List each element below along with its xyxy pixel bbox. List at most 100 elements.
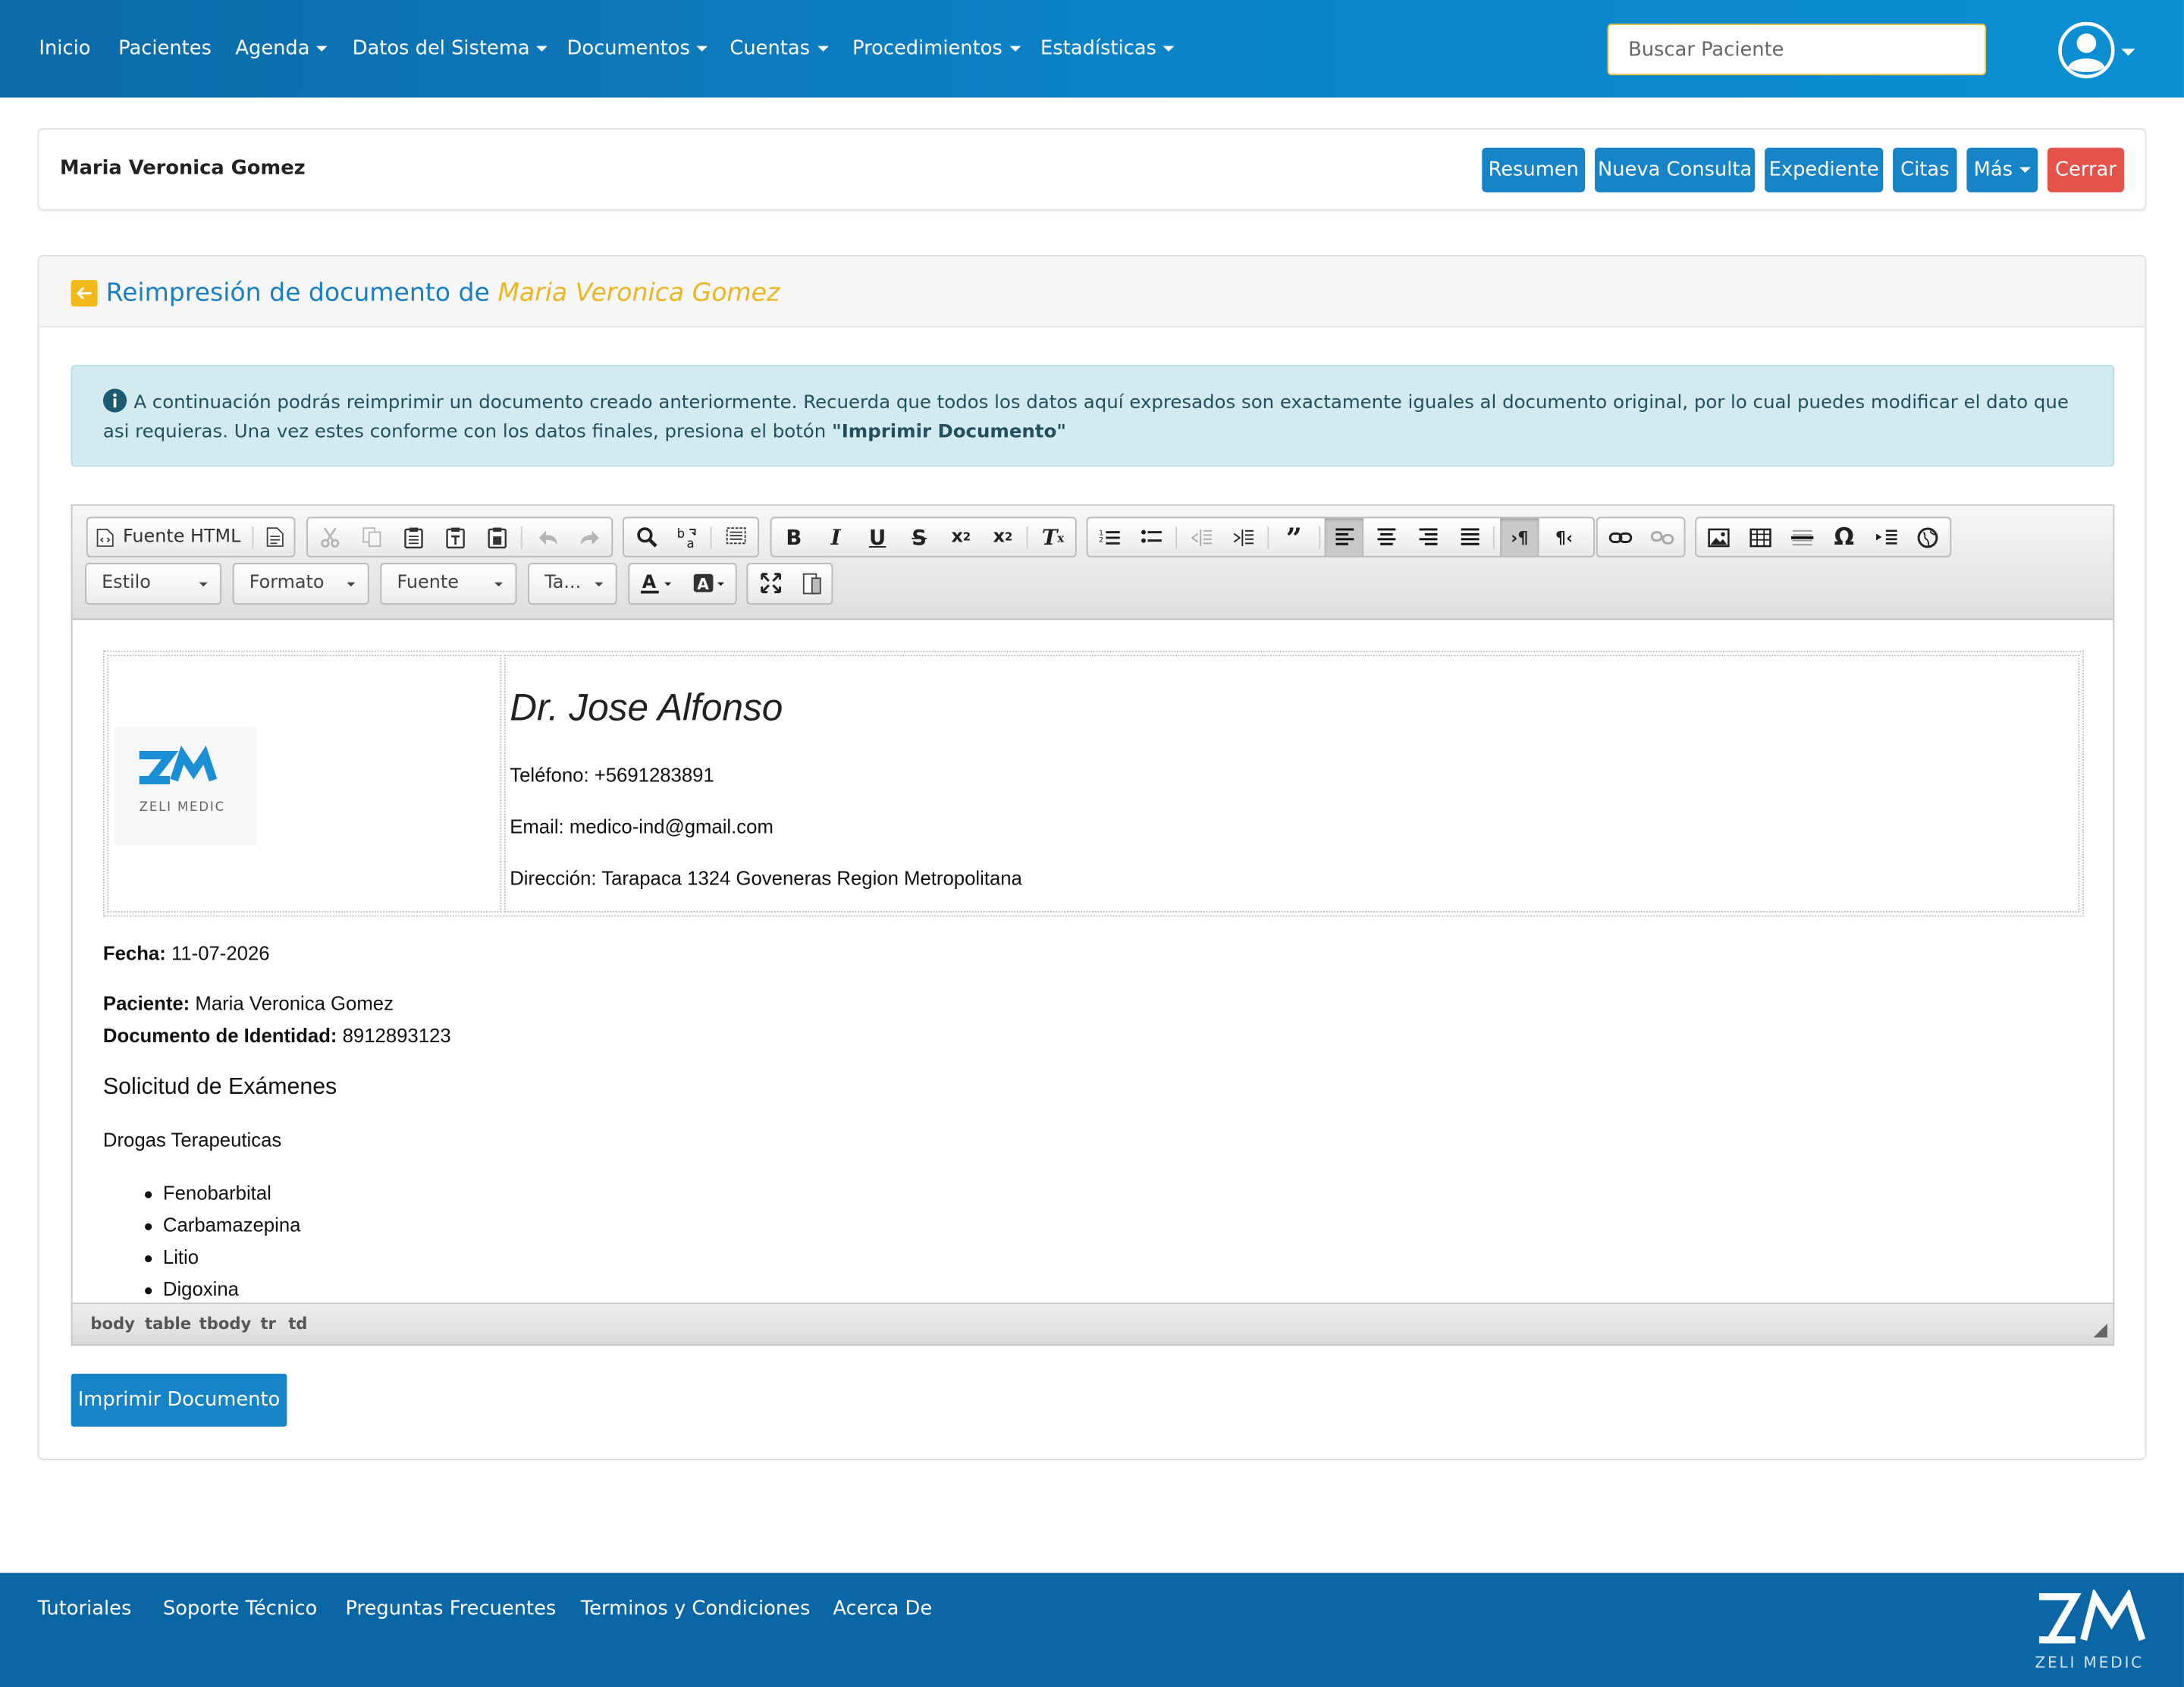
footer-link-soporte[interactable]: Soporte Técnico <box>163 1573 317 1647</box>
list-item: Carbamazepina <box>145 1209 300 1241</box>
indent-icon[interactable] <box>1224 518 1263 556</box>
show-blocks-icon[interactable] <box>792 564 831 602</box>
select-all-icon[interactable] <box>716 518 755 556</box>
caret-down-icon <box>817 46 828 52</box>
nueva-consulta-button[interactable]: Nueva Consulta <box>1595 147 1756 193</box>
expediente-button[interactable]: Expediente <box>1765 147 1884 193</box>
paste-icon[interactable] <box>394 518 433 556</box>
align-right-icon[interactable] <box>1408 518 1447 556</box>
format-combo[interactable]: Formato <box>232 563 369 605</box>
exam-list: Fenobarbital Carbamazepina Litio Digoxin… <box>145 1177 300 1302</box>
user-menu[interactable] <box>2057 21 2144 80</box>
blockquote-icon[interactable]: ” <box>1275 518 1313 556</box>
caret-down-icon <box>2121 49 2135 56</box>
iframe-globe-icon[interactable] <box>1908 518 1947 556</box>
superscript-icon[interactable]: x2 <box>984 518 1022 556</box>
print-document-button[interactable]: Imprimir Documento <box>71 1373 287 1427</box>
redo-icon[interactable] <box>570 518 608 556</box>
nav-datos-sistema[interactable]: Datos del Sistema <box>353 0 548 98</box>
text-color-icon[interactable]: A <box>632 564 682 602</box>
user-circle-icon <box>2058 21 2115 79</box>
caret-down-icon <box>1009 46 1021 52</box>
source-html-button[interactable]: Fuente HTML <box>88 518 249 556</box>
footer-link-faq[interactable]: Preguntas Frecuentes <box>346 1573 557 1647</box>
cut-icon[interactable] <box>311 518 350 556</box>
paste-word-icon[interactable] <box>478 518 516 556</box>
caret-down-icon <box>316 46 328 52</box>
rtl-direction-icon[interactable]: ¶‹ <box>1545 518 1583 556</box>
align-center-icon[interactable] <box>1367 518 1405 556</box>
caret-down-icon <box>536 46 548 52</box>
search-patient-input[interactable] <box>1607 24 1987 76</box>
doctor-phone: Teléfono: +5691283891 <box>510 763 714 786</box>
toolbar-group-source: Fuente HTML <box>86 517 296 558</box>
patient-name: Maria Veronica Gomez <box>59 157 306 180</box>
editor-content-area[interactable]: ZELI MEDIC Dr. Jose Alfonso Teléfono: +5… <box>72 620 2113 1303</box>
replace-icon[interactable]: ba <box>669 518 708 556</box>
footer: Tutoriales Soporte Técnico Preguntas Fre… <box>0 1572 2184 1687</box>
doctor-name: Dr. Jose Alfonso <box>510 686 783 729</box>
page-break-icon[interactable] <box>1866 518 1905 556</box>
letterhead-logo-cell: ZELI MEDIC <box>107 655 502 913</box>
path-body[interactable]: body <box>90 1304 135 1344</box>
image-icon[interactable] <box>1699 518 1738 556</box>
top-navbar: Inicio Pacientes Agenda Datos del Sistem… <box>0 0 2184 98</box>
align-left-icon[interactable] <box>1324 518 1364 556</box>
size-combo[interactable]: Ta... <box>528 563 617 605</box>
footer-link-terminos[interactable]: Terminos y Condiciones <box>581 1573 810 1647</box>
nav-cuentas[interactable]: Cuentas <box>730 0 828 98</box>
footer-link-acerca[interactable]: Acerca De <box>833 1573 932 1647</box>
ltr-direction-icon[interactable]: ›¶ <box>1500 518 1539 556</box>
nav-pacientes[interactable]: Pacientes <box>118 0 212 98</box>
strikethrough-icon[interactable]: S <box>900 518 939 556</box>
table-icon[interactable] <box>1741 518 1780 556</box>
info-icon <box>102 388 127 413</box>
undo-icon[interactable] <box>528 518 566 556</box>
info-alert: A continuación podrás reimprimir un docu… <box>71 365 2115 467</box>
nav-documentos[interactable]: Documentos <box>567 0 708 98</box>
background-color-icon[interactable]: A <box>686 564 736 602</box>
justify-icon[interactable] <box>1450 518 1489 556</box>
path-tbody[interactable]: tbody <box>199 1304 252 1344</box>
font-combo[interactable]: Fuente <box>380 563 517 605</box>
horizontal-rule-icon[interactable] <box>1783 518 1822 556</box>
style-combo[interactable]: Estilo <box>85 563 222 605</box>
nav-procedimientos[interactable]: Procedimientos <box>852 0 1021 98</box>
italic-icon[interactable]: I <box>816 518 855 556</box>
resumen-button[interactable]: Resumen <box>1482 147 1586 193</box>
reprint-panel: Reimpresión de documento de Maria Veroni… <box>37 255 2147 1460</box>
svg-text:A: A <box>697 574 709 592</box>
toolbar-group-find: ba <box>623 517 760 558</box>
nav-estadisticas[interactable]: Estadísticas <box>1040 0 1175 98</box>
bold-icon[interactable]: B <box>774 518 813 556</box>
numbered-list-icon[interactable]: 12 <box>1090 518 1129 556</box>
find-icon[interactable] <box>627 518 666 556</box>
toolbar-group-clipboard <box>306 517 613 558</box>
special-char-icon[interactable]: Ω <box>1825 518 1863 556</box>
back-arrow-icon[interactable] <box>71 280 98 307</box>
remove-format-icon[interactable]: Tx <box>1034 518 1072 556</box>
unlink-icon[interactable] <box>1642 518 1680 556</box>
copy-icon[interactable] <box>353 518 391 556</box>
path-tr[interactable]: tr <box>260 1304 276 1344</box>
paste-text-icon[interactable] <box>436 518 475 556</box>
toolbar-group-links <box>1596 517 1686 558</box>
source-icon <box>96 528 115 546</box>
mas-dropdown-button[interactable]: Más <box>1966 147 2038 193</box>
path-table[interactable]: table <box>145 1304 191 1344</box>
bulleted-list-icon[interactable] <box>1132 518 1171 556</box>
footer-link-tutoriales[interactable]: Tutoriales <box>38 1573 132 1647</box>
underline-icon[interactable]: U <box>858 518 896 556</box>
outdent-icon[interactable] <box>1182 518 1221 556</box>
path-td[interactable]: td <box>288 1304 307 1344</box>
cerrar-button[interactable]: Cerrar <box>2047 147 2124 193</box>
resize-handle-icon[interactable] <box>2093 1323 2107 1338</box>
link-icon[interactable] <box>1600 518 1639 556</box>
nav-inicio[interactable]: Inicio <box>39 0 90 98</box>
svg-text:b: b <box>677 526 685 540</box>
document-icon[interactable] <box>255 518 293 556</box>
subscript-icon[interactable]: x2 <box>942 518 981 556</box>
citas-button[interactable]: Citas <box>1893 147 1957 193</box>
nav-agenda[interactable]: Agenda <box>235 0 328 98</box>
maximize-icon[interactable] <box>751 564 789 602</box>
